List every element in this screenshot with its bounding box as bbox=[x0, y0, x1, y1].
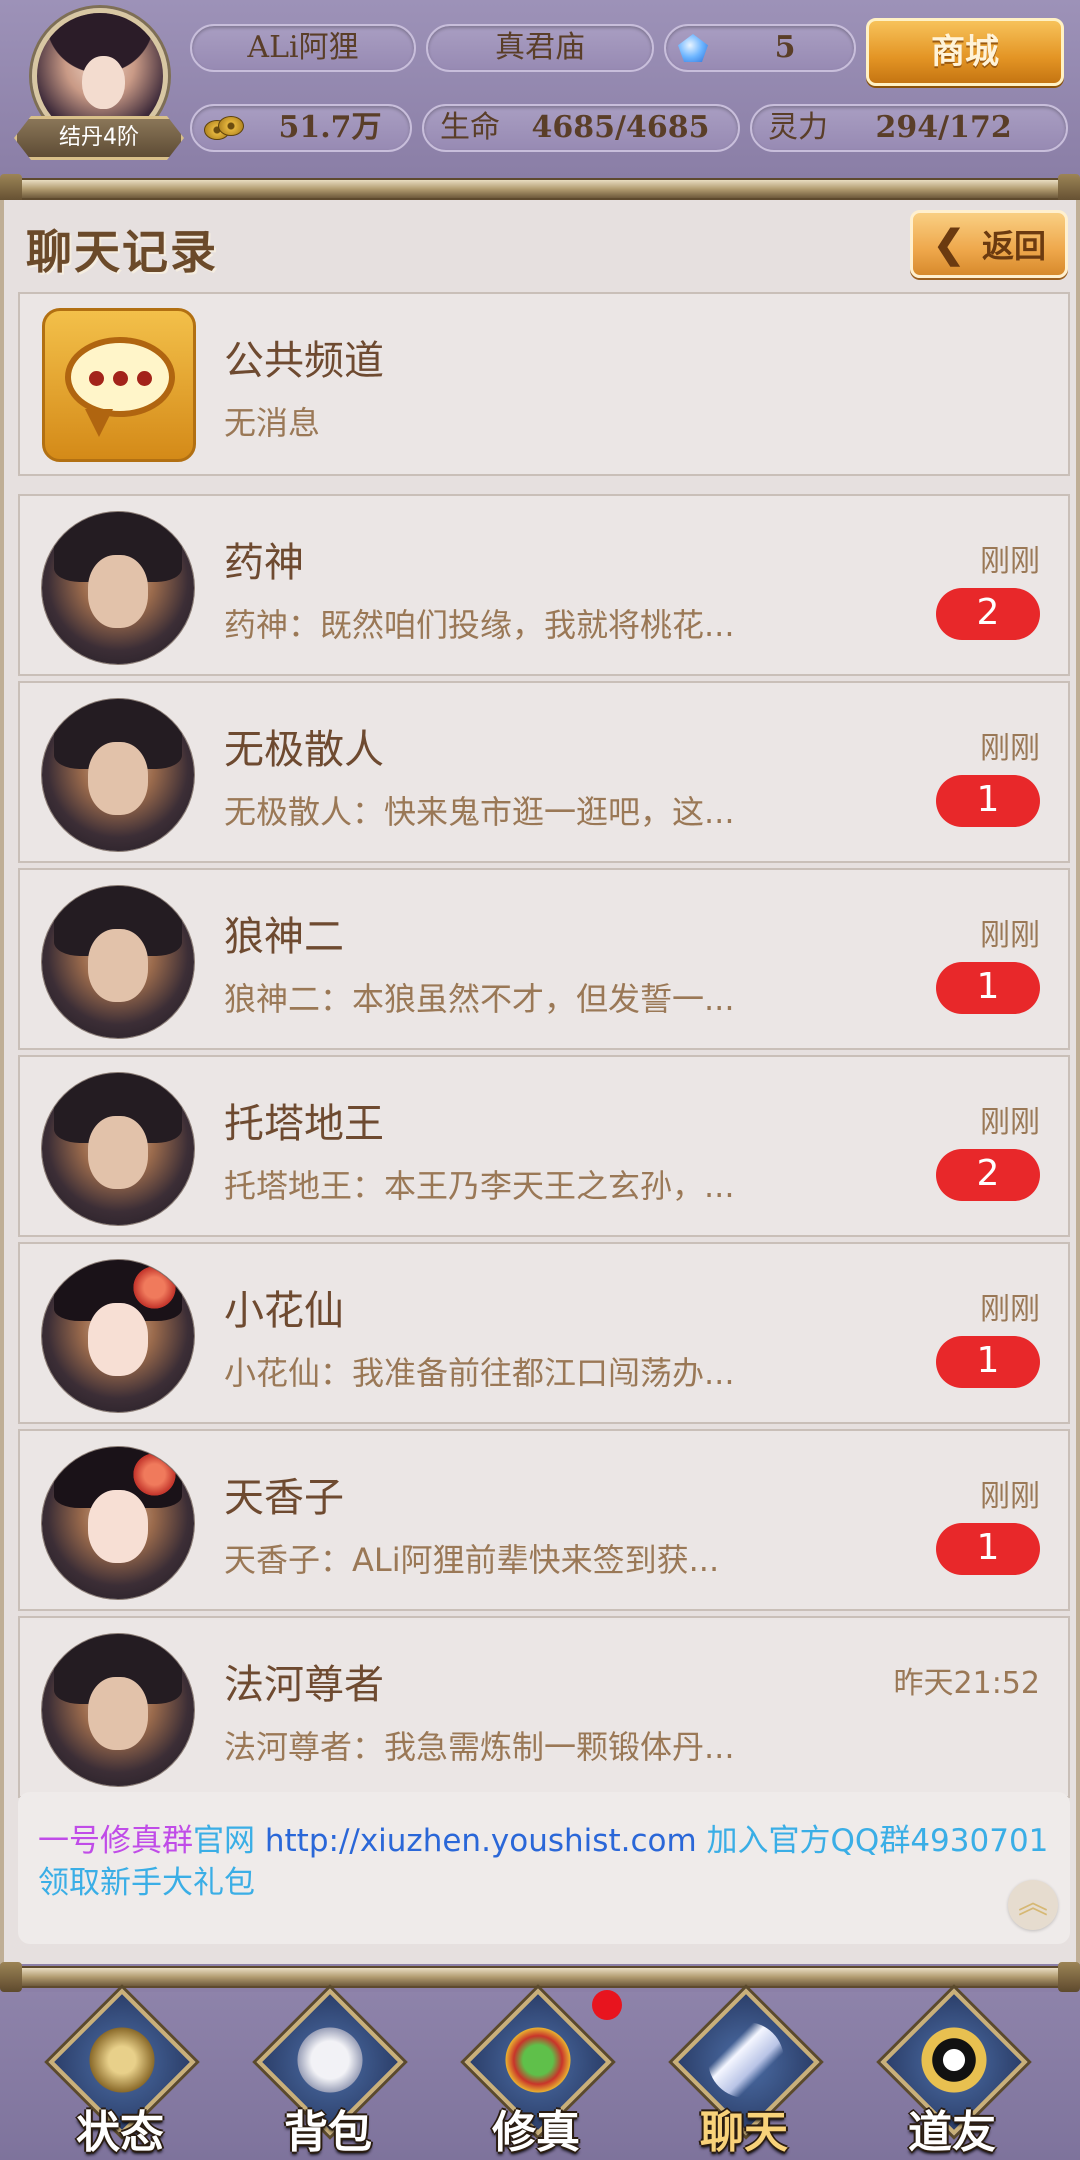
nav-label: 修真 bbox=[492, 2107, 580, 2158]
avatar bbox=[42, 1634, 194, 1786]
chat-preview: 无消息 bbox=[224, 404, 321, 442]
chat-bubble-icon bbox=[42, 308, 196, 462]
mp-pill: 灵力 294/172 bbox=[750, 104, 1068, 152]
gem-count: 5 bbox=[774, 30, 796, 65]
bubble-shape bbox=[65, 337, 175, 437]
shop-button[interactable]: 商城 bbox=[866, 18, 1064, 86]
scroll-icon bbox=[84, 2022, 160, 2098]
nav-label: 道友 bbox=[908, 2107, 996, 2158]
unread-badge: 2 bbox=[936, 588, 1040, 640]
nav-label: 状态 bbox=[76, 2107, 164, 2158]
avatar bbox=[42, 886, 194, 1038]
chat-time: 刚刚 bbox=[980, 1105, 1040, 1140]
avatar bbox=[42, 1447, 194, 1599]
nav-chat[interactable]: 聊天 bbox=[654, 1988, 834, 2160]
chat-item-wujisanren[interactable]: 无极散人 无极散人：快来鬼市逛一逛吧，这... 刚刚 1 bbox=[18, 681, 1070, 863]
gem-icon bbox=[678, 34, 708, 62]
unread-badge: 1 bbox=[936, 1336, 1040, 1388]
chat-item-tuotadiwang[interactable]: 托塔地王 托塔地王：本王乃李天王之玄孙，... 刚刚 2 bbox=[18, 1055, 1070, 1237]
feather-quill-icon bbox=[708, 2022, 784, 2098]
chat-name: 法河尊者 bbox=[224, 1662, 384, 1708]
scroll-rod-top bbox=[0, 174, 1080, 204]
chat-preview: 托塔地王：本王乃李天王之玄孙，... bbox=[224, 1167, 735, 1205]
chat-item-langshener[interactable]: 狼神二 狼神二：本狼虽然不才，但发誓一... 刚刚 1 bbox=[18, 868, 1070, 1050]
player-name-pill: ALi阿狸 bbox=[190, 24, 416, 72]
notice-site-label: 官网 bbox=[193, 1823, 255, 1859]
chat-item-fahezunzhe[interactable]: 法河尊者 法河尊者：我急需炼制一颗锻体丹... 昨天21:52 bbox=[18, 1616, 1070, 1798]
chat-time: 刚刚 bbox=[980, 544, 1040, 579]
chat-time: 昨天21:52 bbox=[893, 1666, 1040, 1701]
page-title: 聊天记录 bbox=[26, 225, 218, 279]
mp-value: 294/172 bbox=[875, 110, 1012, 145]
chat-history-panel: 聊天记录 ❮ 返回 公共频道 无消息 药神 药神：既然咱们投缘，我就将桃花... bbox=[0, 200, 1080, 1964]
chat-preview: 药神：既然咱们投缘，我就将桃花... bbox=[224, 606, 735, 644]
chat-name: 无极散人 bbox=[224, 727, 384, 773]
chat-preview: 天香子：ALi阿狸前辈快来签到获... bbox=[224, 1541, 720, 1579]
gem-pill: 5 bbox=[664, 24, 856, 72]
chat-preview: 小花仙：我准备前往都江口闯荡办... bbox=[224, 1354, 735, 1392]
announcement-box: 一号修真群官网 http://xiuzhen.youshist.com 加入官方… bbox=[18, 1792, 1070, 1944]
scroll-top-button[interactable]: ︽ bbox=[1008, 1880, 1058, 1930]
chat-name: 天香子 bbox=[224, 1475, 344, 1521]
avatar bbox=[42, 1073, 194, 1225]
chat-preview: 狼神二：本狼虽然不才，但发誓一... bbox=[224, 980, 735, 1018]
location-name: 真君庙 bbox=[495, 30, 585, 65]
player-name: ALi阿狸 bbox=[247, 30, 359, 65]
location-pill: 真君庙 bbox=[426, 24, 654, 72]
chevron-left-icon: ❮ bbox=[933, 221, 965, 266]
scroll-rod-bottom bbox=[0, 1962, 1080, 1992]
status-bar: 结丹4阶 ALi阿狸 真君庙 5 商城 51.7万 生命 4685/4685 灵… bbox=[0, 0, 1080, 180]
chat-item-yaoshen[interactable]: 药神 药神：既然咱们投缘，我就将桃花... 刚刚 2 bbox=[18, 494, 1070, 676]
chat-item-tianxiangzi[interactable]: 天香子 天香子：ALi阿狸前辈快来签到获... 刚刚 1 bbox=[18, 1429, 1070, 1611]
nav-label: 背包 bbox=[284, 2107, 372, 2158]
avatar bbox=[42, 512, 194, 664]
chat-list: 公共频道 无消息 药神 药神：既然咱们投缘，我就将桃花... 刚刚 2 无极散人… bbox=[18, 292, 1070, 1803]
chat-time: 刚刚 bbox=[980, 918, 1040, 953]
chat-time: 刚刚 bbox=[980, 1292, 1040, 1327]
unread-badge: 1 bbox=[936, 1523, 1040, 1575]
back-button-label: 返回 bbox=[981, 227, 1046, 265]
mp-label: 灵力 bbox=[768, 110, 828, 145]
hp-pill: 生命 4685/4685 bbox=[422, 104, 740, 152]
hp-value: 4685/4685 bbox=[531, 110, 710, 145]
chat-preview: 无极散人：快来鬼市逛一逛吧，这... bbox=[224, 793, 735, 831]
notice-site-link[interactable]: http://xiuzhen.youshist.com bbox=[265, 1823, 697, 1859]
unread-badge: 1 bbox=[936, 962, 1040, 1014]
gourd-icon bbox=[500, 2022, 576, 2098]
coin-pill: 51.7万 bbox=[190, 104, 412, 152]
unread-badge: 1 bbox=[936, 775, 1040, 827]
avatar-face bbox=[82, 55, 126, 109]
notice-group-name: 一号修真群 bbox=[38, 1823, 193, 1859]
chat-preview: 法河尊者：我急需炼制一颗锻体丹... bbox=[224, 1728, 735, 1766]
bubble-dots bbox=[89, 371, 153, 387]
nav-label: 聊天 bbox=[700, 2107, 788, 2158]
nav-bag[interactable]: 背包 bbox=[238, 1988, 418, 2160]
chat-name: 托塔地王 bbox=[224, 1101, 384, 1147]
bag-icon bbox=[292, 2022, 368, 2098]
panel-header: 聊天记录 ❮ 返回 bbox=[4, 200, 1076, 290]
public-channel-item[interactable]: 公共频道 无消息 bbox=[18, 292, 1070, 476]
bottom-nav: 状态 背包 修真 聊天 道友 bbox=[0, 1988, 1080, 2160]
avatar bbox=[42, 699, 194, 851]
chat-item-xiaohuaxian[interactable]: 小花仙 小花仙：我准备前往都江口闯荡办... 刚刚 1 bbox=[18, 1242, 1070, 1424]
chat-name: 小花仙 bbox=[224, 1288, 344, 1334]
chat-time: 刚刚 bbox=[980, 731, 1040, 766]
notification-dot bbox=[592, 1990, 622, 2020]
nav-friends[interactable]: 道友 bbox=[862, 1988, 1042, 2160]
hp-label: 生命 bbox=[440, 110, 500, 145]
coin-icon bbox=[204, 116, 248, 142]
nav-status[interactable]: 状态 bbox=[30, 1988, 210, 2160]
chat-name: 狼神二 bbox=[224, 914, 344, 960]
yin-yang-icon bbox=[916, 2022, 992, 2098]
chat-name: 公共频道 bbox=[224, 338, 384, 384]
rank-badge: 结丹4阶 bbox=[14, 116, 184, 160]
unread-badge: 2 bbox=[936, 1149, 1040, 1201]
chat-name: 药神 bbox=[224, 540, 304, 586]
back-button[interactable]: ❮ 返回 bbox=[910, 210, 1068, 278]
chat-time: 刚刚 bbox=[980, 1479, 1040, 1514]
avatar bbox=[42, 1260, 194, 1412]
